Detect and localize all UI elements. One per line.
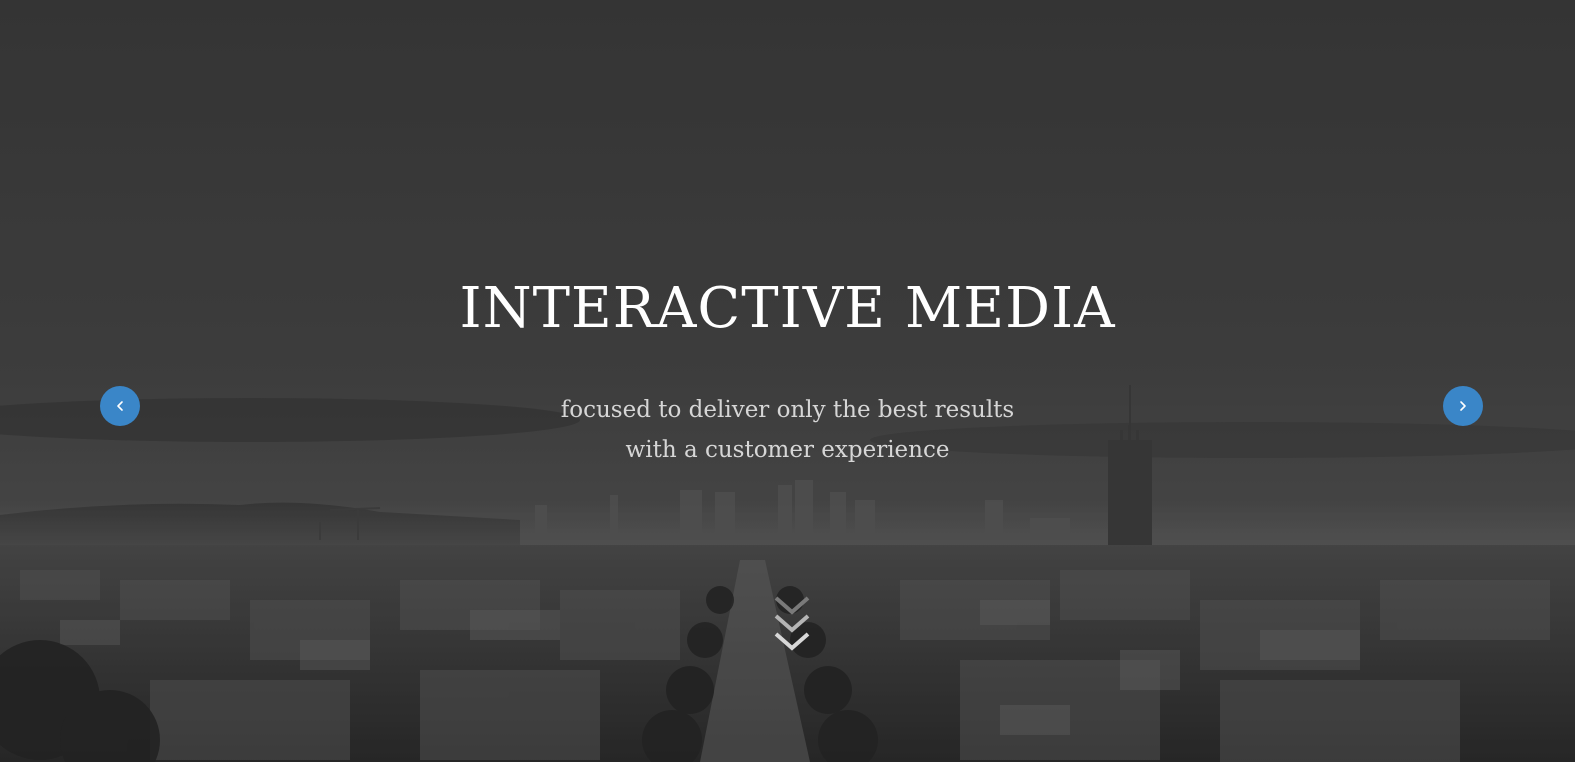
chevron-right-icon [1460,401,1466,411]
hero-subtitle: focused to deliver only the best results… [0,390,1575,470]
hero-title: INTERACTIVE MEDIA [459,276,1116,341]
scroll-down-button[interactable] [772,594,812,658]
carousel-prev-button[interactable] [100,386,140,426]
hero-subtitle-line-2: with a customer experience [625,437,950,463]
hero-slider: INTERACTIVE MEDIA focused to deliver onl… [0,0,1575,762]
double-chevron-down-icon [774,596,810,651]
chevron-left-icon [117,401,123,411]
hero-subtitle-line-1: focused to deliver only the best results [560,397,1015,423]
carousel-next-button[interactable] [1443,386,1483,426]
